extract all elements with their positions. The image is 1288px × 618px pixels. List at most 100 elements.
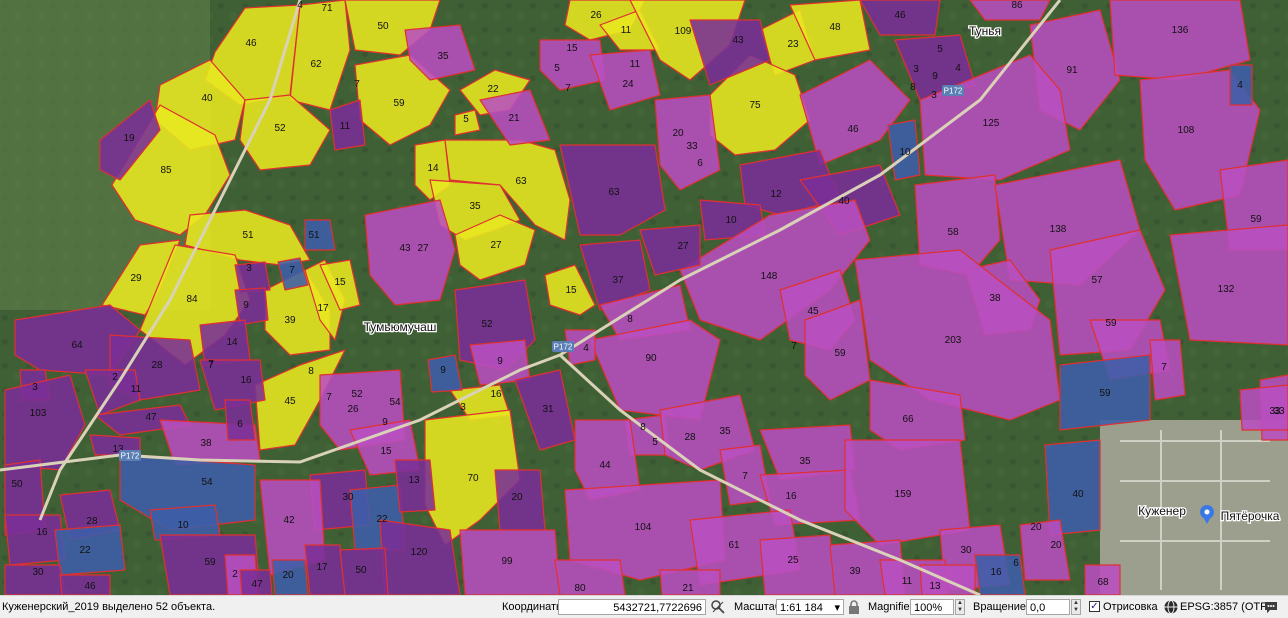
chevron-down-icon: ▾ [834, 602, 840, 614]
field-label: 51 [242, 230, 254, 241]
field-label: 85 [160, 165, 172, 176]
field-label: 7 [1161, 362, 1167, 373]
scale-select[interactable]: 1:61 184 ▾ [776, 599, 844, 615]
lock-icon[interactable] [846, 599, 862, 615]
field-label: 5 [652, 437, 658, 448]
field-label: 7 [208, 360, 214, 371]
field-label: 31 [542, 404, 554, 415]
field-label: 120 [411, 547, 428, 558]
field-label: 22 [79, 545, 91, 556]
town-grid-1 [1120, 440, 1270, 442]
field-label: 20 [1030, 522, 1042, 533]
field-label: 42 [283, 515, 295, 526]
field-label: 148 [761, 271, 778, 282]
scale-value: 1:61 184 [780, 602, 823, 614]
field-label: 61 [728, 540, 740, 551]
field-label: 35 [437, 51, 449, 62]
field-label: 27 [677, 241, 689, 252]
field-label: 14 [226, 337, 238, 348]
field-label: 22 [487, 84, 499, 95]
field-label: 35 [719, 426, 731, 437]
field-label: 91 [1066, 65, 1078, 76]
field-label: 125 [983, 118, 1000, 129]
field-label: 84 [186, 294, 198, 305]
field-label: 7 [289, 265, 295, 276]
field-label: 9 [440, 365, 446, 376]
field-label: 17 [316, 562, 328, 573]
field-label: 30 [32, 567, 44, 578]
field-label: 40 [201, 93, 213, 104]
field-label: 6 [697, 158, 703, 169]
field-label: 59 [1099, 388, 1111, 399]
field-label: 3 [931, 90, 937, 101]
map-canvas[interactable]: 4671450624052597855129843917154522514633… [0, 0, 1288, 595]
field-label: 5 [937, 44, 943, 55]
coords-field[interactable]: 5432721,7722696 [558, 599, 706, 615]
field-label: 16 [785, 491, 797, 502]
field-label: 15 [566, 43, 578, 54]
field-label: 59 [393, 98, 405, 109]
magnifier-spinner[interactable]: ▲ ▼ [955, 599, 965, 615]
field-label: 3 [32, 382, 38, 393]
field-label: 5 [463, 114, 469, 125]
field-label: 3 [246, 263, 252, 274]
field-label: 17 [317, 303, 329, 314]
field-label: 13 [408, 475, 420, 486]
render-checkbox[interactable]: ✓ [1089, 601, 1100, 612]
field-label: 40 [838, 196, 850, 207]
messages-icon[interactable] [1263, 599, 1279, 615]
field-label: 9 [382, 417, 388, 428]
field-polygon[interactable] [394, 459, 436, 513]
field-label: 136 [1172, 25, 1189, 36]
field-label: 59 [834, 348, 846, 359]
field-label: 10 [899, 147, 911, 158]
field-label: 138 [1050, 224, 1067, 235]
field-label: 11 [902, 576, 913, 587]
field-label: 28 [86, 516, 98, 527]
field-label: 15 [334, 277, 346, 288]
field-label: 2 [232, 569, 238, 580]
coords-toggle-icon[interactable] [710, 599, 726, 615]
field-label: 9 [243, 300, 249, 311]
place-label-pyaterochka: Пятёрочка [1221, 509, 1280, 523]
field-label: 6 [1013, 558, 1019, 569]
field-label: 4 [297, 0, 303, 11]
field-label: 50 [377, 21, 389, 32]
rotation-spinner[interactable]: ▲ ▼ [1071, 599, 1081, 615]
field-label: 26 [590, 10, 602, 21]
magnifier-field[interactable]: 100% [910, 599, 954, 615]
field-label: 16 [240, 375, 252, 386]
field-label: 104 [635, 522, 652, 533]
rotation-field[interactable]: 0,0 [1026, 599, 1070, 615]
field-label: 28 [684, 432, 696, 443]
field-label: 29 [130, 273, 142, 284]
field-label: 40 [1072, 489, 1084, 500]
field-polygon[interactable] [1149, 339, 1186, 401]
field-polygon[interactable] [554, 559, 626, 595]
field-label: 52 [351, 389, 363, 400]
field-label: 33 [686, 141, 698, 152]
road-shield-label: Р172 [121, 452, 140, 461]
field-label: 11 [621, 25, 632, 36]
field-label: 90 [645, 353, 657, 364]
field-label: 203 [945, 335, 962, 346]
field-label: 39 [284, 315, 296, 326]
field-label: 39 [849, 566, 861, 577]
scale-label: Масштаб [734, 601, 782, 613]
crs-label[interactable]: EPSG:3857 (OTF) [1180, 596, 1270, 618]
road-shield-label: Р172 [554, 343, 573, 352]
field-polygon[interactable] [234, 287, 269, 326]
field-label: 59 [1250, 214, 1262, 225]
field-label: 50 [355, 565, 367, 576]
field-label: 71 [321, 3, 333, 14]
field-label: 14 [427, 163, 439, 174]
field-label: 46 [245, 38, 257, 49]
field-label: 52 [481, 319, 493, 330]
field-label: 46 [84, 581, 96, 592]
field-label: 3 [913, 64, 919, 75]
crs-globe-icon[interactable] [1163, 599, 1179, 615]
field-label: 109 [675, 26, 692, 37]
field-label: 15 [380, 446, 392, 457]
field-label: 8 [910, 82, 916, 93]
road-shield-label: Р172 [944, 87, 963, 96]
